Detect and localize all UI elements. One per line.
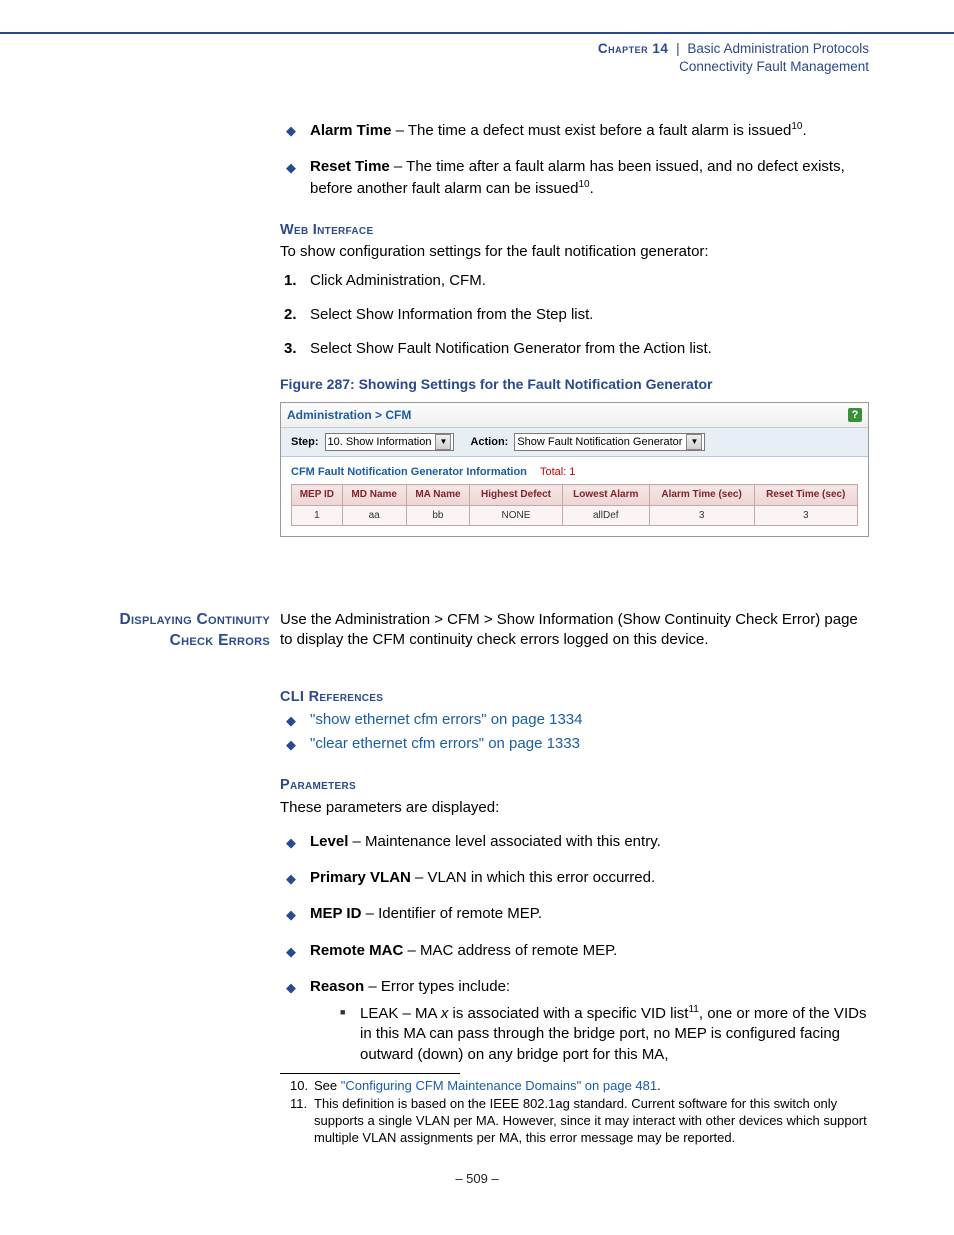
cell: allDef [562,505,649,526]
figure-caption: Figure 287: Showing Settings for the Fau… [280,375,869,394]
param-label: Primary VLAN [310,869,411,886]
parameters-list: Level – Maintenance level associated wit… [280,832,869,1065]
list-item: Remote MAC – MAC address of remote MEP. [280,941,869,961]
cell: aa [342,505,406,526]
param-tail: . [590,180,594,197]
footnote-rule [280,1073,460,1074]
header-sep: | [672,41,684,56]
list-item: MEP ID – Identifier of remote MEP. [280,904,869,924]
total-label: Total: 1 [540,466,575,478]
footnote-num: 10. [290,1078,314,1095]
param-desc: – The time after a fault alarm has been … [310,158,845,196]
chapter-title: Basic Administration Protocols [687,41,869,56]
screenshot-panel: Administration > CFM ? Step: 10. Show In… [280,402,869,537]
list-item: Primary VLAN – VLAN in which this error … [280,868,869,888]
steps-list: Click Administration, CFM. Select Show I… [280,271,869,360]
col-header: Lowest Alarm [562,485,649,506]
list-item: Alarm Time – The time a defect must exis… [280,120,869,141]
action-label: Action: [470,435,508,450]
footnote-post: . [657,1078,661,1093]
page-number: – 509 – [0,1170,954,1188]
cli-link[interactable]: "show ethernet cfm errors" on page 1334 [310,711,582,728]
footnote-item: 11. This definition is based on the IEEE… [290,1096,869,1147]
step-value: 10. Show Information [328,435,432,450]
param-desc: – Error types include: [364,978,510,995]
list-item: LEAK – MA x is associated with a specifi… [310,1003,869,1065]
web-interface-intro: To show configuration settings for the f… [280,242,869,262]
footnote-pre: See [314,1078,341,1093]
footnote-num: 11. [290,1096,314,1147]
breadcrumb[interactable]: Administration > CFM [287,407,411,423]
list-item: Reset Time – The time after a fault alar… [280,157,869,199]
cli-references-heading: CLI References [280,688,869,708]
action-select[interactable]: Show Fault Notification Generator ▼ [514,433,705,451]
col-header: MA Name [406,485,470,506]
cell: bb [406,505,470,526]
parameters-intro: These parameters are displayed: [280,798,869,818]
param-label: Remote MAC [310,942,403,959]
cell: 3 [754,505,858,526]
help-icon[interactable]: ? [848,408,862,422]
table-header-row: MEP ID MD Name MA Name Highest Defect Lo… [292,485,858,506]
step-item: Click Administration, CFM. [280,271,869,291]
screenshot-toolbar: Step: 10. Show Information ▼ Action: Sho… [281,428,868,457]
top-rule [0,32,954,34]
reason-pre: LEAK – MA [360,1005,441,1022]
section-side-heading: Displaying Continuity Check Errors [114,610,270,652]
param-desc: – MAC address of remote MEP. [403,942,617,959]
param-desc: – The time a defect must exist before a … [391,122,791,139]
cli-link[interactable]: "clear ethernet cfm errors" on page 1333 [310,735,580,752]
list-item: "show ethernet cfm errors" on page 1334 [280,710,869,730]
step-item: Select Show Fault Notification Generator… [280,339,869,359]
section-intro: Use the Administration > CFM > Show Info… [280,610,869,651]
reason-sublist: LEAK – MA x is associated with a specifi… [310,1003,869,1065]
col-header: Alarm Time (sec) [649,485,754,506]
info-title: CFM Fault Notification Generator Informa… [291,466,527,478]
param-label: MEP ID [310,905,361,922]
chevron-down-icon: ▼ [686,434,702,450]
step-select[interactable]: 10. Show Information ▼ [325,433,455,451]
chapter-subtitle: Connectivity Fault Management [679,59,869,74]
web-interface-heading: Web Interface [280,221,869,241]
param-desc: – VLAN in which this error occurred. [411,869,655,886]
footnote-ref: 11 [688,1004,698,1015]
list-item: Reason – Error types include: LEAK – MA … [280,977,869,1065]
footnote-link[interactable]: "Configuring CFM Maintenance Domains" on… [341,1078,657,1093]
list-item: Level – Maintenance level associated wit… [280,832,869,852]
info-table: MEP ID MD Name MA Name Highest Defect Lo… [291,484,858,526]
list-item: "clear ethernet cfm errors" on page 1333 [280,734,869,754]
col-header: Highest Defect [470,485,563,506]
cell: 1 [292,505,343,526]
col-header: MEP ID [292,485,343,506]
footnote-text: This definition is based on the IEEE 802… [314,1096,869,1147]
top-param-list: Alarm Time – The time a defect must exis… [280,120,869,199]
col-header: Reset Time (sec) [754,485,858,506]
table-row: 1 aa bb NONE allDef 3 3 [292,505,858,526]
param-label: Alarm Time [310,122,391,139]
param-desc: – Maintenance level associated with this… [348,833,660,850]
chevron-down-icon: ▼ [435,434,451,450]
cell: 3 [649,505,754,526]
page-header: Chapter 14 | Basic Administration Protoc… [598,40,869,76]
footnote-ref: 10 [579,179,590,190]
param-label: Reset Time [310,158,390,175]
step-label: Step: [291,435,319,450]
footnotes: 10. See "Configuring CFM Maintenance Dom… [290,1078,869,1148]
step-item: Select Show Information from the Step li… [280,305,869,325]
parameters-heading: Parameters [280,776,869,796]
footnote-ref: 10 [791,121,802,132]
cell: NONE [470,505,563,526]
chapter-label: Chapter 14 [598,41,669,56]
param-label: Reason [310,978,364,995]
cli-links-list: "show ethernet cfm errors" on page 1334 … [280,710,869,755]
param-desc: – Identifier of remote MEP. [361,905,542,922]
col-header: MD Name [342,485,406,506]
reason-mid: is associated with a specific VID list [448,1005,688,1022]
action-value: Show Fault Notification Generator [517,435,682,450]
screenshot-subtitle: CFM Fault Notification Generator Informa… [281,457,868,484]
param-label: Level [310,833,348,850]
footnote-item: 10. See "Configuring CFM Maintenance Dom… [290,1078,869,1095]
param-tail: . [802,122,806,139]
